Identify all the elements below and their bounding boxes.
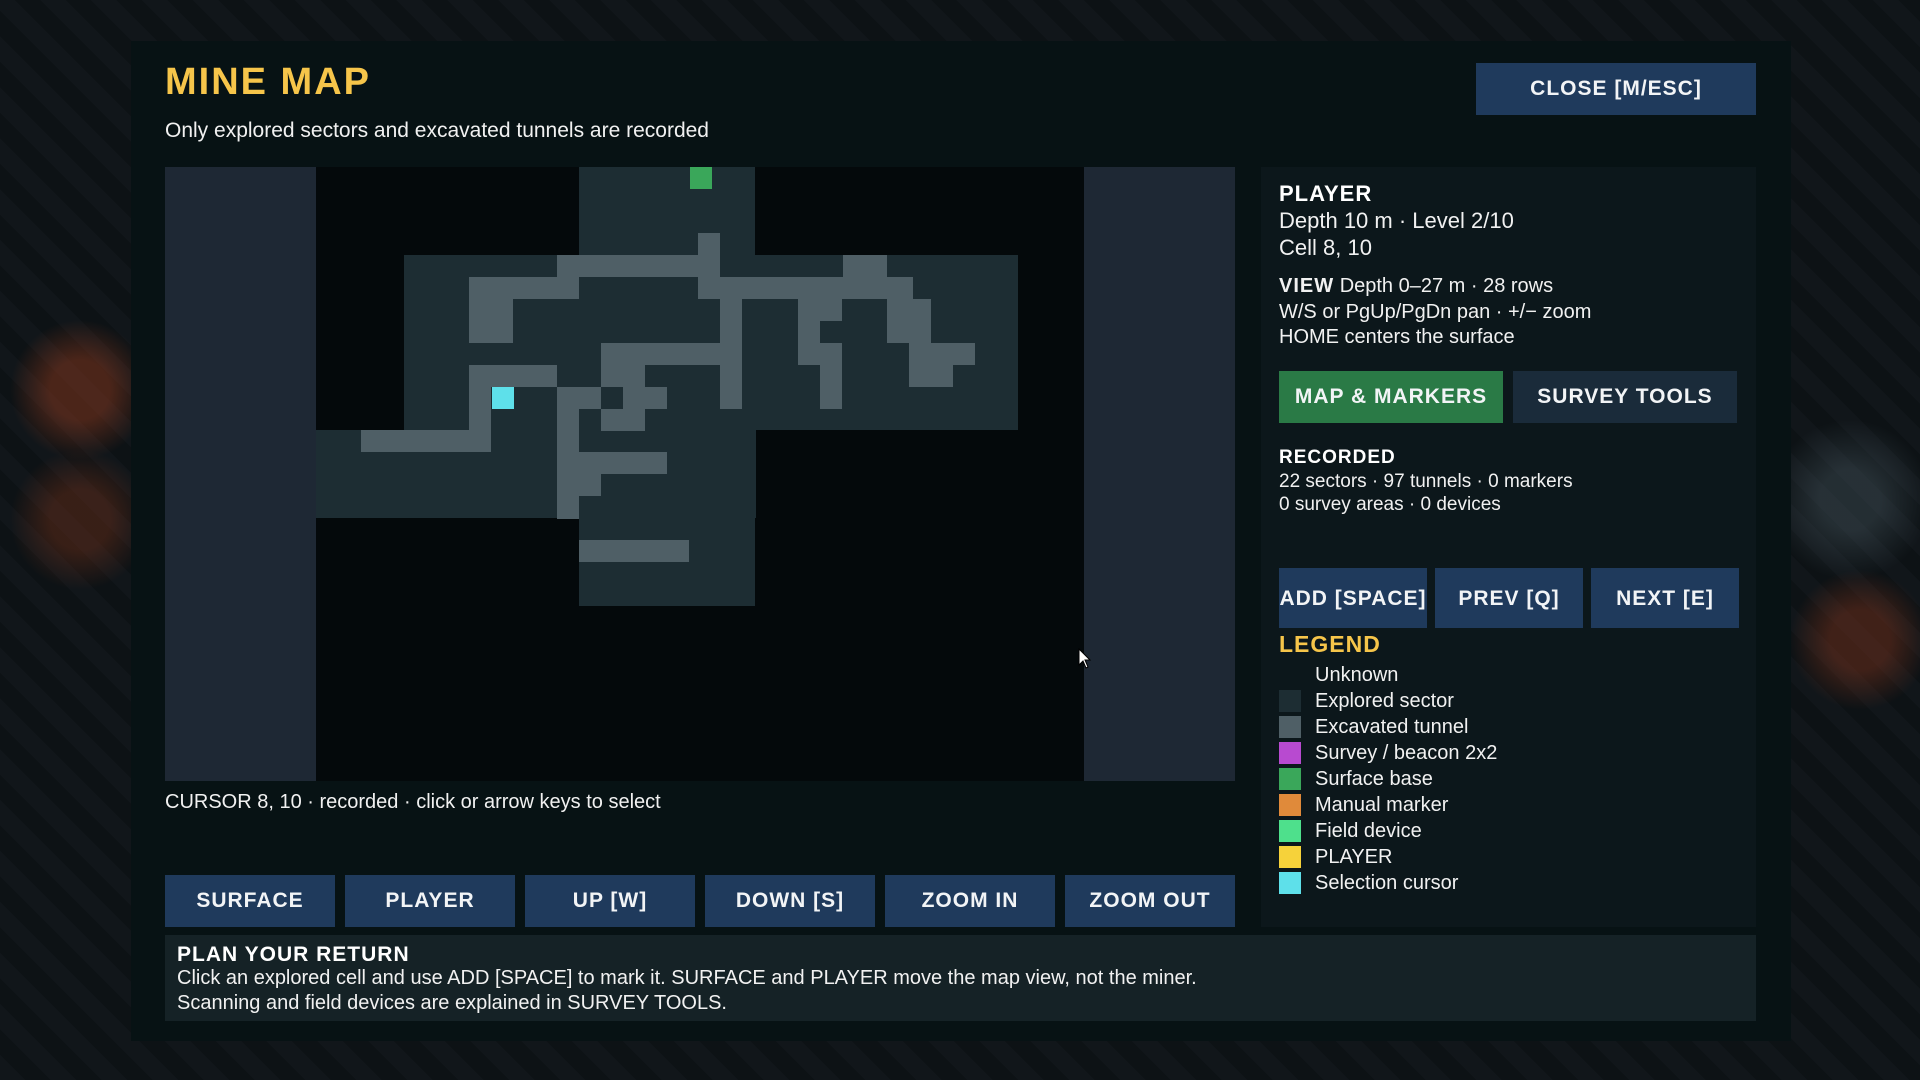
legend-swatch [1279, 664, 1301, 686]
legend-label: PLAYER [1315, 845, 1393, 868]
mine-map-canvas[interactable] [165, 167, 1235, 781]
view-home-hint: HOME centers the surface [1279, 326, 1515, 348]
plan-line-2: Scanning and field devices are explained… [177, 992, 727, 1014]
legend-swatch [1279, 846, 1301, 868]
prev-marker-button[interactable]: PREV [Q] [1435, 568, 1583, 628]
info-sidebar: PLAYER Depth 10 m · Level 2/10 Cell 8, 1… [1261, 167, 1756, 927]
legend-swatch [1279, 872, 1301, 894]
legend-swatch [1279, 768, 1301, 790]
tab-map-markers[interactable]: MAP & MARKERS [1279, 371, 1503, 423]
legend-label: Selection cursor [1315, 871, 1459, 894]
page-subtitle: Only explored sectors and excavated tunn… [165, 119, 709, 142]
legend-item: Field device [1279, 818, 1497, 844]
legend-item: Excavated tunnel [1279, 714, 1497, 740]
legend-list: Unknown Explored sector Excavated tunnel… [1279, 662, 1497, 896]
tab-survey-tools[interactable]: SURVEY TOOLS [1513, 371, 1737, 423]
legend-swatch [1279, 716, 1301, 738]
surface-base-marker [690, 167, 712, 189]
page-title: MINE MAP [165, 61, 371, 103]
view-pan-hint: W/S or PgUp/PgDn pan · +/− zoom [1279, 301, 1592, 323]
down-button[interactable]: DOWN [S] [705, 875, 875, 927]
plan-heading: PLAN YOUR RETURN [177, 943, 410, 966]
close-button[interactable]: CLOSE [M/ESC] [1476, 63, 1756, 115]
legend-swatch [1279, 742, 1301, 764]
legend-item: Survey / beacon 2x2 [1279, 740, 1497, 766]
map-right-column [1084, 167, 1235, 781]
plan-return-box: PLAN YOUR RETURN Click an explored cell … [165, 935, 1756, 1021]
recorded-heading: RECORDED [1279, 447, 1396, 468]
add-marker-button[interactable]: ADD [SPACE] [1279, 568, 1427, 628]
legend-label: Field device [1315, 819, 1422, 842]
selection-cursor [492, 387, 514, 409]
next-marker-button[interactable]: NEXT [E] [1591, 568, 1739, 628]
view-heading: VIEW [1279, 275, 1335, 297]
legend-swatch [1279, 690, 1301, 712]
up-button[interactable]: UP [W] [525, 875, 695, 927]
legend-label: Excavated tunnel [1315, 715, 1469, 738]
player-heading: PLAYER [1279, 181, 1373, 206]
legend-item: Surface base [1279, 766, 1497, 792]
legend-label: Unknown [1315, 663, 1399, 686]
mouse-pointer-icon [1078, 648, 1092, 669]
plan-line-1: Click an explored cell and use ADD [SPAC… [177, 967, 1197, 989]
legend-item: Unknown [1279, 662, 1497, 688]
legend-item: Explored sector [1279, 688, 1497, 714]
surface-button[interactable]: SURFACE [165, 875, 335, 927]
view-range: VIEW Depth 0–27 m · 28 rows [1279, 275, 1553, 298]
map-left-column [165, 167, 316, 781]
mine-map-panel: MINE MAP Only explored sectors and excav… [131, 41, 1791, 1041]
player-depth-level: Depth 10 m · Level 2/10 [1279, 208, 1514, 233]
recorded-counts: 22 sectors · 97 tunnels · 0 markers [1279, 471, 1573, 492]
legend-heading: LEGEND [1279, 631, 1381, 657]
legend-label: Manual marker [1315, 793, 1449, 816]
legend-label: Survey / beacon 2x2 [1315, 741, 1498, 764]
player-button[interactable]: PLAYER [345, 875, 515, 927]
mine-map-grid[interactable] [165, 167, 1235, 781]
legend-item: Selection cursor [1279, 870, 1497, 896]
recorded-survey-devices: 0 survey areas · 0 devices [1279, 494, 1501, 515]
legend-swatch [1279, 820, 1301, 842]
legend-swatch [1279, 794, 1301, 816]
legend-label: Surface base [1315, 767, 1433, 790]
cursor-info: CURSOR 8, 10 · recorded · click or arrow… [165, 791, 661, 813]
view-range-text: Depth 0–27 m · 28 rows [1339, 275, 1554, 297]
legend-item: Manual marker [1279, 792, 1497, 818]
zoom-out-button[interactable]: ZOOM OUT [1065, 875, 1235, 927]
zoom-in-button[interactable]: ZOOM IN [885, 875, 1055, 927]
legend-item: PLAYER [1279, 844, 1497, 870]
legend-label: Explored sector [1315, 689, 1454, 712]
player-cell: Cell 8, 10 [1279, 235, 1372, 260]
